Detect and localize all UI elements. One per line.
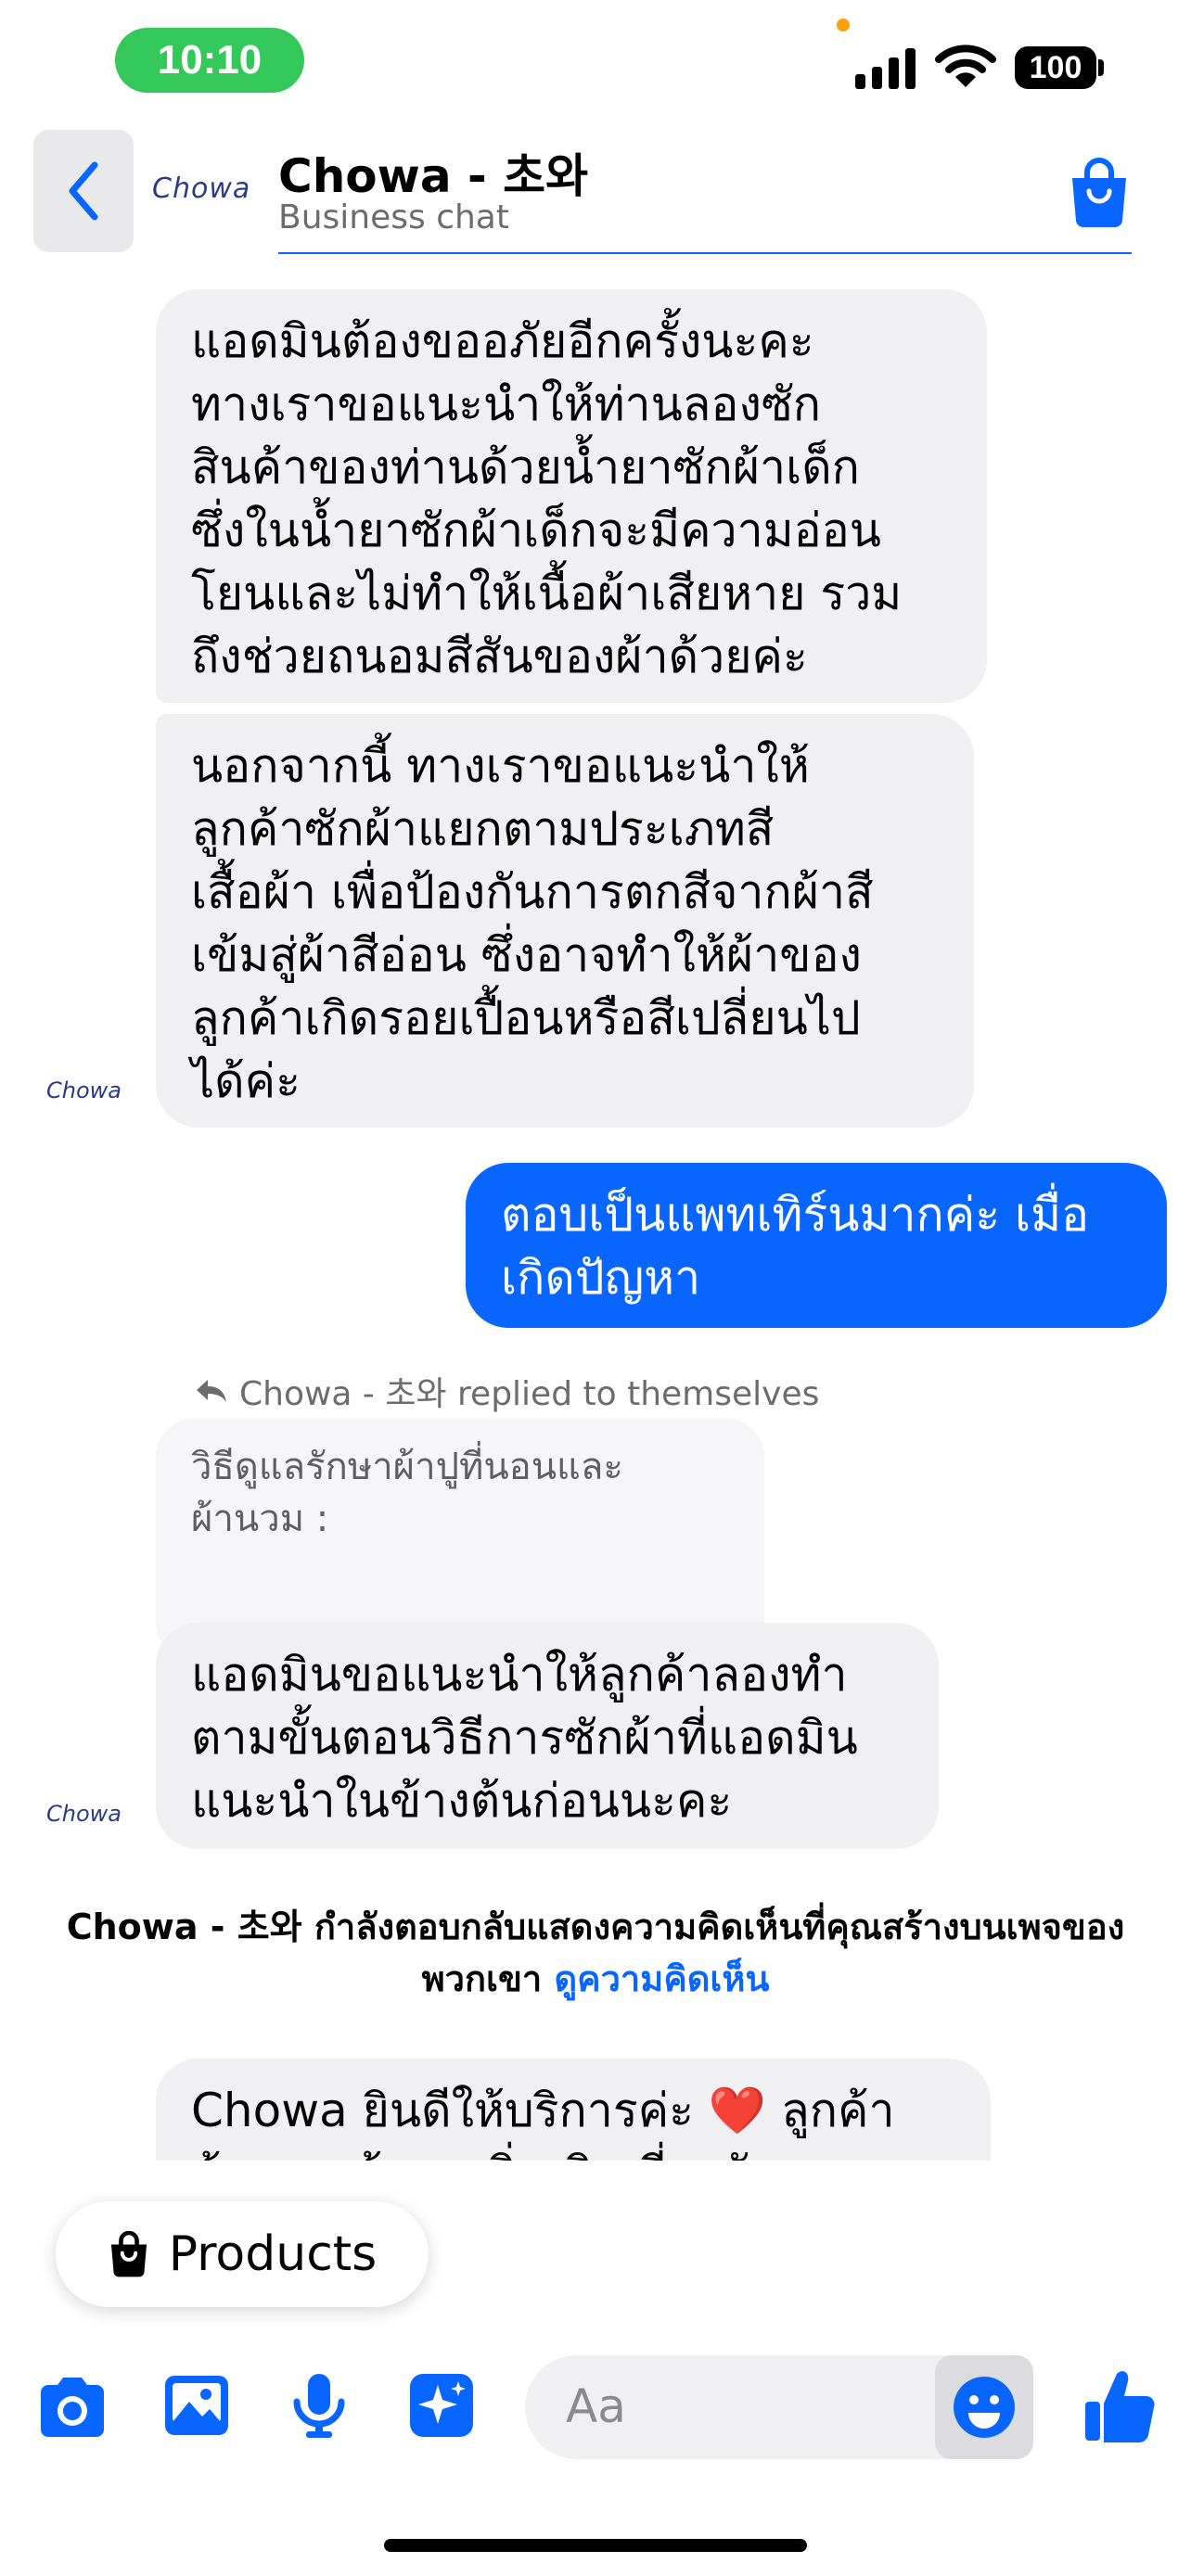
- chat-subtitle: Business chat: [278, 198, 509, 236]
- shopping-bag-icon: [110, 2231, 147, 2277]
- privacy-indicator-dot: [837, 19, 850, 32]
- chat-title[interactable]: Chowa - 초와: [278, 139, 588, 206]
- message-line: ต้องการข้อมูลเพิ่มเติมเกี่ยวกับ: [191, 2142, 955, 2161]
- sender-avatar[interactable]: Chowa: [46, 1078, 122, 1103]
- reply-context: Chowa - 초와 replied to themselves: [195, 1367, 819, 1415]
- header-underline: [278, 252, 1132, 254]
- message-bubble-outgoing[interactable]: ตอบเป็นแพทเทิร์นมากค่ะ เมื่อ เกิดปัญหา: [466, 1163, 1167, 1328]
- back-button[interactable]: [33, 130, 134, 252]
- thumbs-up-icon[interactable]: [1083, 2366, 1158, 2444]
- photo-gallery-icon[interactable]: [161, 2370, 232, 2441]
- products-button-label: Products: [168, 2226, 378, 2282]
- camera-icon[interactable]: [37, 2372, 108, 2442]
- message-bubble-incoming[interactable]: แอดมินขอแนะนำให้ลูกค้าลองทำ ตามขั้นตอนวิ…: [156, 1623, 939, 1849]
- shopping-bag-icon[interactable]: [1067, 158, 1132, 228]
- wifi-icon: [935, 45, 996, 87]
- sender-avatar[interactable]: Chowa: [46, 1801, 122, 1827]
- message-clip-region: Chowa ยินดีให้บริการค่ะ ❤️ ลูกค้า ต้องกา…: [0, 2059, 1191, 2161]
- smiley-icon: [954, 2377, 1015, 2438]
- view-comment-link[interactable]: ดูความคิดเห็น: [555, 1958, 770, 1999]
- home-indicator: [384, 2539, 807, 2552]
- message-line: Chowa ยินดีให้บริการค่ะ ❤️ ลูกค้า: [191, 2084, 895, 2137]
- battery-cap: [1098, 59, 1104, 76]
- products-button[interactable]: Products: [56, 2201, 429, 2307]
- reply-arrow-icon: [197, 1380, 226, 1402]
- status-time: 10:10: [115, 28, 304, 93]
- battery-indicator: 100: [1015, 46, 1096, 89]
- chevron-left-icon: [69, 161, 98, 221]
- message-bubble-incoming[interactable]: แอดมินต้องขออภัยอีกครั้งนะคะ ทางเราขอแนะ…: [156, 289, 987, 703]
- message-bubble-incoming[interactable]: Chowa ยินดีให้บริการค่ะ ❤️ ลูกค้า ต้องกา…: [156, 2059, 991, 2161]
- ai-sparkle-icon[interactable]: [406, 2370, 477, 2441]
- message-bubble-incoming[interactable]: นอกจากนี้ ทางเราขอแนะนำให้ ลูกค้าซักผ้าแ…: [156, 714, 974, 1128]
- brand-logo[interactable]: Chowa: [152, 172, 250, 205]
- cellular-signal-icon: [855, 48, 916, 89]
- reply-context-text: Chowa - 초와 replied to themselves: [239, 1375, 820, 1413]
- microphone-icon[interactable]: [284, 2370, 354, 2441]
- comment-reply-notice: Chowa - 초와 กำลังตอบกลับแสดงความคิดเห็นที…: [37, 1901, 1154, 2005]
- emoji-button[interactable]: [935, 2355, 1033, 2459]
- message-input-placeholder: Aa: [566, 2379, 626, 2433]
